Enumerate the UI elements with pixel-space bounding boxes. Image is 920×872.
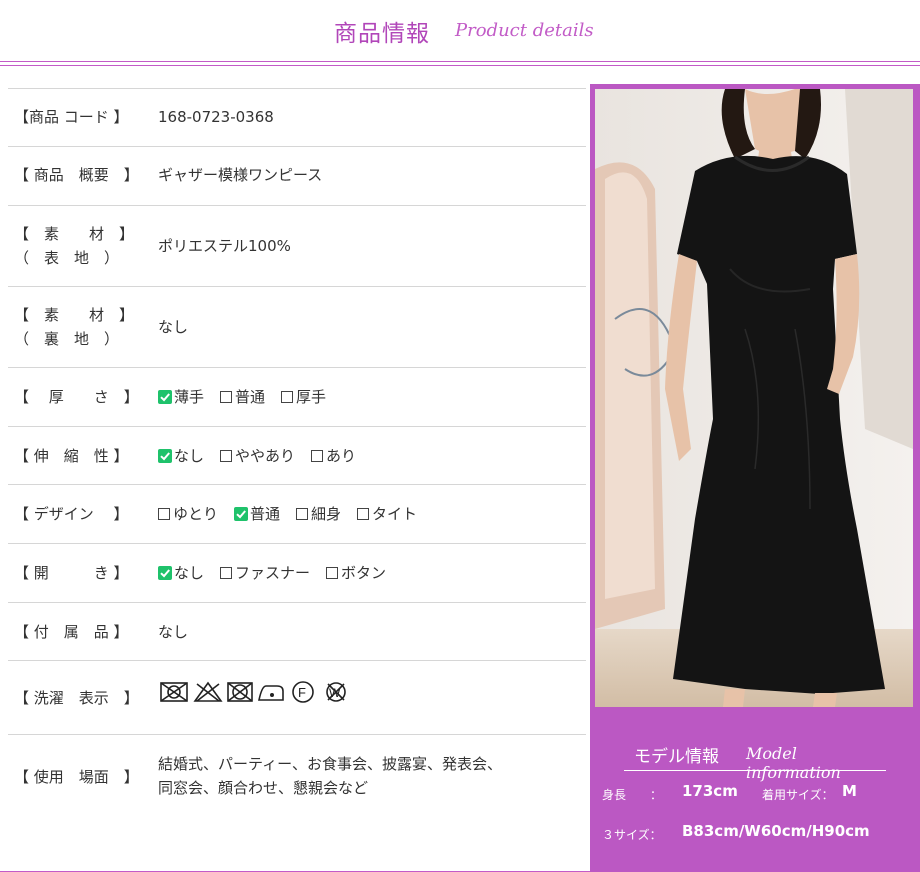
option-2: ボタン: [326, 561, 386, 585]
table-row: 【 使用 場面 】 結婚式、パーティー、お食事会、披露宴、発表会、 同窓会、顔合…: [8, 734, 586, 827]
table-row: 【商品 コード 】 168-0723-0368: [8, 88, 586, 147]
row-label: 【 デザイン 】: [14, 505, 129, 523]
row-value-line: 同窓会、顔合わせ、懇親会など: [158, 779, 369, 797]
model-panel: モデル情報 Model information 身長 ： 173cm 着用サイズ…: [590, 84, 920, 872]
no-wash-icon: W: [326, 682, 346, 702]
table-row: 【 付 属 品 】 なし: [8, 602, 586, 661]
option-1: ややあり: [220, 444, 295, 468]
row-options: ゆとり 普通 細身 タイト: [158, 502, 433, 526]
unchecked-box-icon: [296, 508, 309, 520]
checked-box-icon: [158, 566, 172, 580]
table-row: 【 洗濯 表示 】 F W: [8, 660, 586, 735]
table-row: 【 商品 概要 】 ギャザー模様ワンピース: [8, 146, 586, 205]
section-header: 商品情報 Product details: [0, 0, 920, 60]
option-label: あり: [326, 447, 357, 465]
svg-text:F: F: [298, 685, 306, 700]
unchecked-box-icon: [326, 567, 339, 579]
option-label: ややあり: [235, 447, 296, 465]
option-label: 普通: [235, 388, 266, 406]
option-label: なし: [174, 564, 205, 582]
row-label: 【 商品 概要 】: [14, 166, 139, 184]
model-info-title-english: Model information: [746, 744, 841, 782]
height-label: 身長 ：: [602, 788, 663, 802]
option-0: 薄手: [158, 385, 204, 409]
row-label: 【 使用 場面 】: [14, 768, 139, 786]
option-label: ボタン: [341, 564, 387, 582]
row-label: 【 伸 縮 性 】: [14, 447, 129, 465]
section-title: 商品情報: [334, 21, 430, 47]
option-label: 細身: [311, 505, 342, 523]
row-label: 【 付 属 品 】: [14, 623, 129, 641]
option-2: 厚手: [281, 385, 326, 409]
row-label: 【商品 コード 】: [14, 108, 129, 126]
option-label: ゆとり: [173, 505, 219, 523]
row-label: 【 素 材 】 （ 裏 地 ）: [14, 306, 135, 348]
unchecked-box-icon: [220, 391, 233, 403]
option-3: タイト: [357, 502, 417, 526]
row-value: ポリエステル100%: [158, 237, 291, 255]
section-title-english: Product details: [455, 20, 594, 41]
option-label: なし: [174, 447, 205, 465]
three-size-value: B83cm/W60cm/H90cm: [682, 822, 870, 840]
unchecked-box-icon: [158, 508, 170, 520]
row-value-line: 結婚式、パーティー、お食事会、披露宴、発表会、: [158, 755, 502, 773]
size-value: M: [842, 782, 857, 800]
row-options: なし ファスナー ボタン: [158, 561, 402, 585]
table-row: 【 伸 縮 性 】 なし ややあり あり: [8, 426, 586, 485]
row-label: 【 洗濯 表示 】: [14, 689, 139, 707]
option-1: 普通: [220, 385, 265, 409]
table-row: 【 厚 さ 】 薄手 普通 厚手: [8, 367, 586, 426]
option-label: 薄手: [174, 388, 205, 406]
row-label: 【 開 き 】: [14, 564, 129, 582]
checked-box-icon: [234, 507, 249, 521]
option-label: タイト: [372, 505, 418, 523]
row-value: 168-0723-0368: [158, 108, 274, 126]
model-info-title: モデル情報: [634, 747, 719, 767]
option-0: ゆとり: [158, 502, 218, 526]
row-label: 【 厚 さ 】: [14, 388, 139, 406]
table-row: 【 素 材 】 （ 裏 地 ） なし: [8, 286, 586, 367]
checked-box-icon: [158, 390, 172, 404]
option-0: なし: [158, 561, 204, 585]
table-row: 【 デザイン 】 ゆとり 普通 細身 タイト: [8, 484, 586, 543]
unchecked-box-icon: [220, 567, 233, 579]
row-value: なし: [158, 623, 189, 641]
no-bleach-icon: [193, 681, 223, 702]
unchecked-box-icon: [220, 450, 233, 462]
height-value: 173cm: [682, 782, 738, 800]
option-2: あり: [311, 444, 356, 468]
row-value: ギャザー模様ワンピース: [158, 166, 323, 184]
three-size-label: ３サイズ：: [602, 828, 662, 842]
dry-clean-f-icon: F: [292, 681, 314, 703]
option-0: なし: [158, 444, 204, 468]
option-label: 普通: [250, 505, 281, 523]
model-photo: [595, 89, 913, 707]
option-label: 厚手: [296, 388, 327, 406]
table-row: 【 開 き 】 なし ファスナー ボタン: [8, 543, 586, 602]
unchecked-box-icon: [281, 391, 294, 403]
table-row: 【 素 材 】 （ 表 地 ） ポリエステル100%: [8, 205, 586, 286]
no-dry-clean-icon: [227, 682, 253, 702]
row-options: 薄手 普通 厚手: [158, 385, 342, 409]
no-tumble-dry-icon: [160, 682, 188, 702]
model-info-heading: モデル情報 Model information: [624, 740, 886, 782]
size-label: 着用サイズ：: [762, 788, 834, 802]
row-value: なし: [158, 318, 189, 336]
checked-box-icon: [158, 449, 172, 463]
option-label: ファスナー: [235, 564, 311, 582]
iron-low-icon: [258, 685, 284, 701]
unchecked-box-icon: [357, 508, 370, 520]
option-2: 細身: [296, 502, 341, 526]
header-divider: [0, 65, 920, 66]
unchecked-box-icon: [311, 450, 324, 462]
laundry-symbols: F W: [158, 679, 358, 705]
row-options: なし ややあり あり: [158, 444, 372, 468]
row-label: 【 素 材 】 （ 表 地 ）: [14, 225, 135, 267]
option-1: ファスナー: [220, 561, 310, 585]
header-divider: [0, 61, 920, 62]
option-1: 普通: [234, 502, 280, 526]
